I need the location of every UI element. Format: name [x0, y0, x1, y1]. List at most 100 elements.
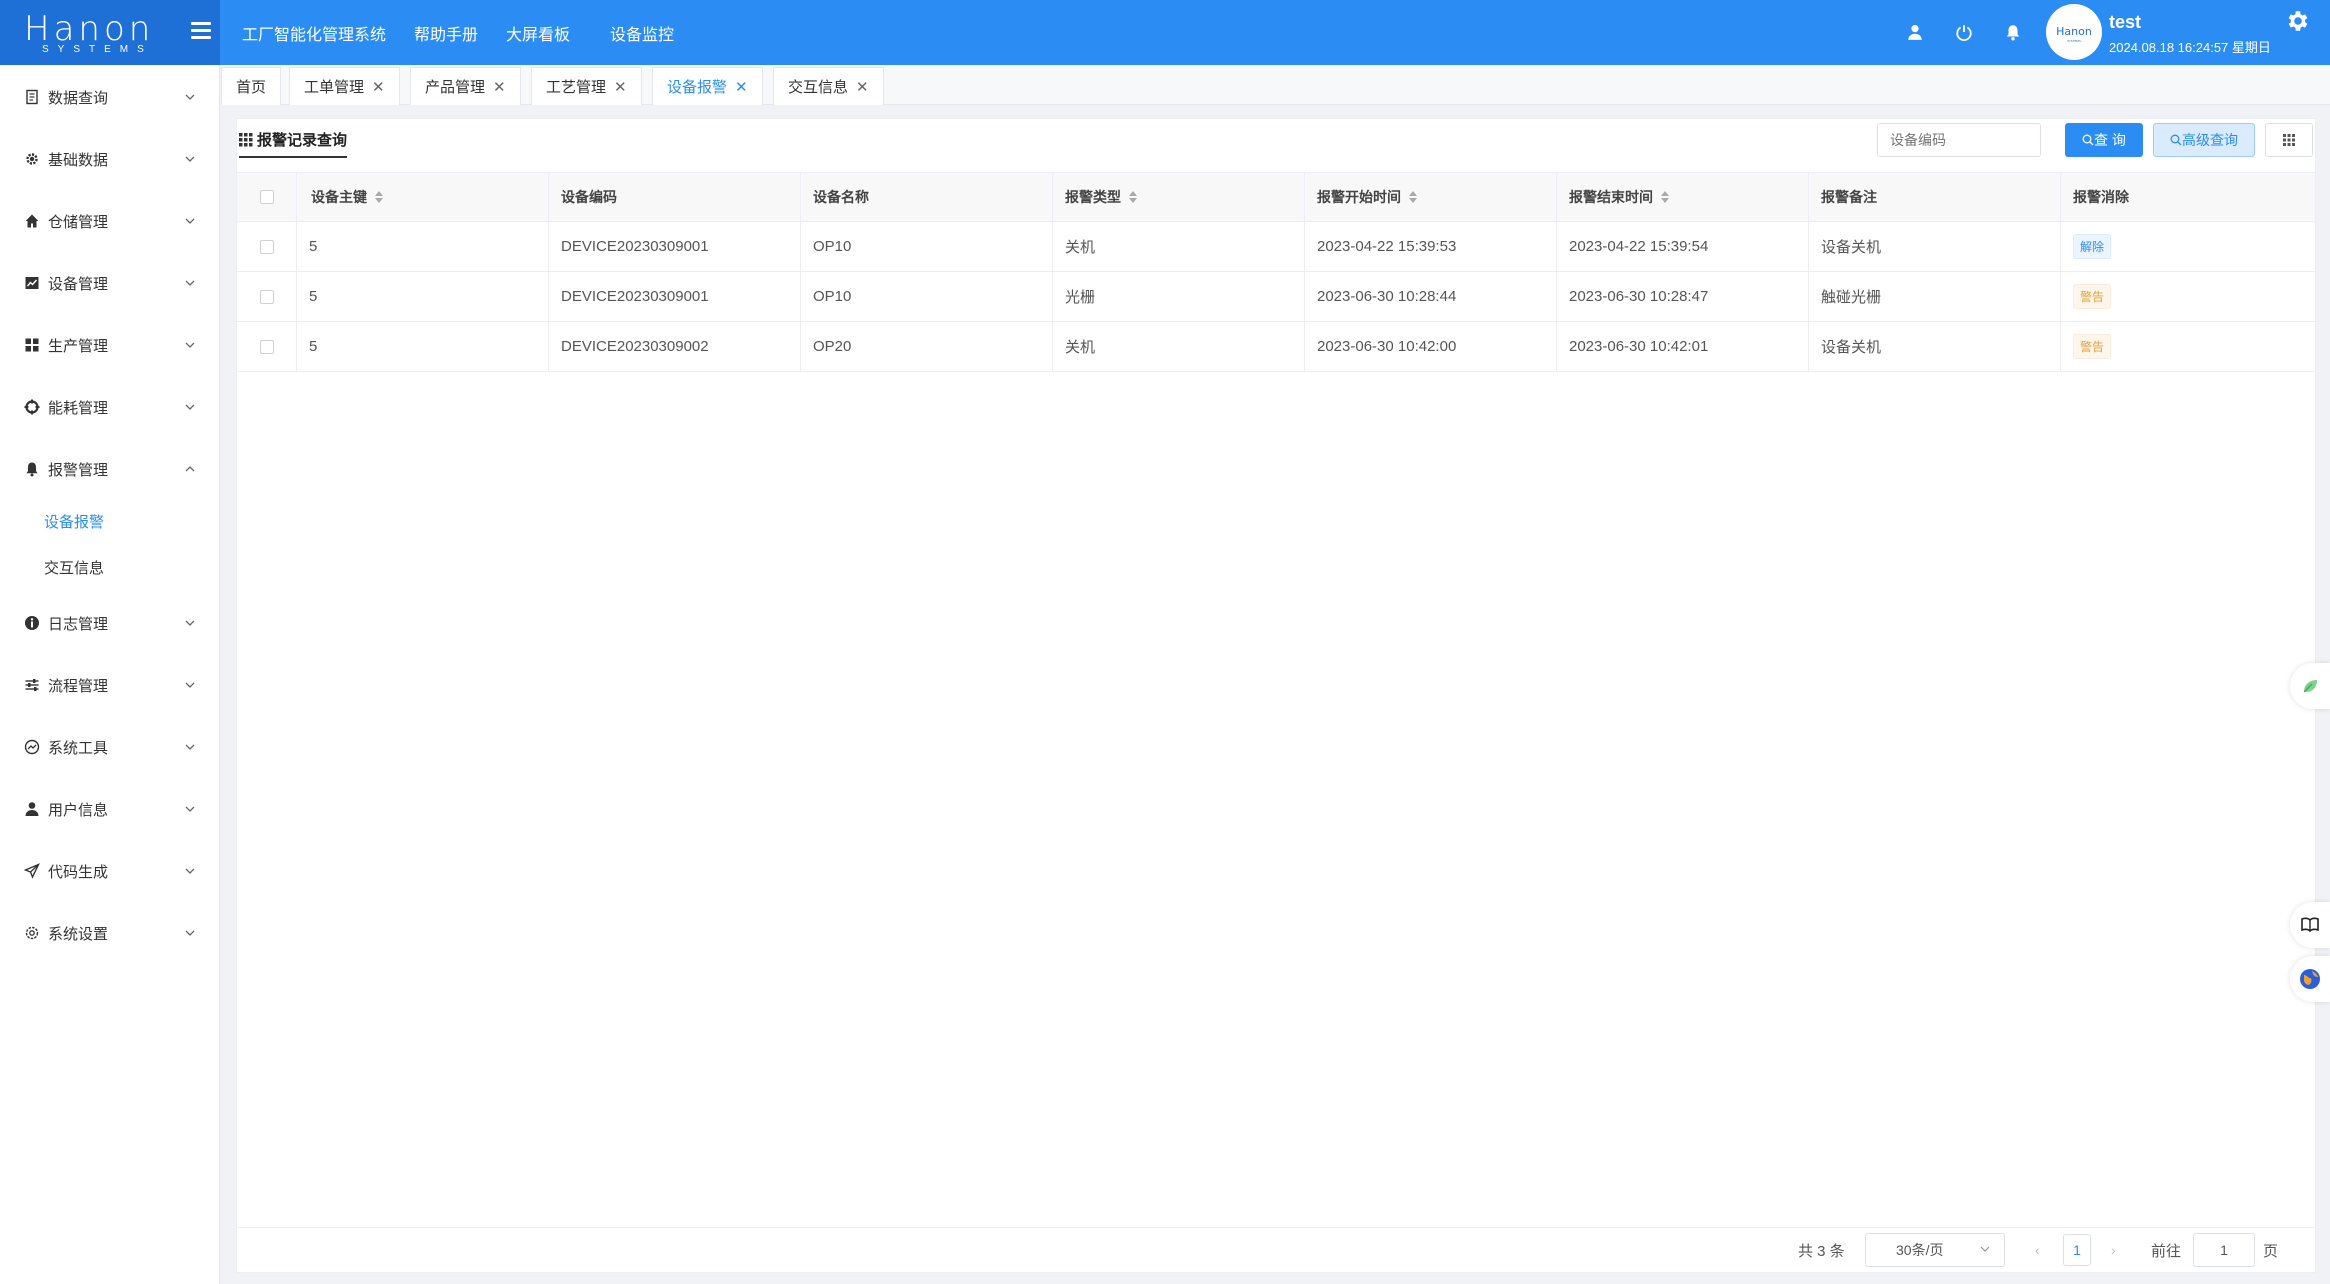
- sidebar-subitem-interaction-info[interactable]: 交互信息: [0, 549, 220, 585]
- nav-big-screen[interactable]: 大屏看板: [506, 21, 570, 45]
- sidebar-item-production[interactable]: 生产管理: [0, 325, 220, 365]
- next-page-button[interactable]: ›: [2111, 1242, 2116, 1258]
- table-row[interactable]: 5 DEVICE20230309001 OP10 关机 2023-04-22 1…: [237, 222, 2315, 272]
- user-name[interactable]: test: [2109, 12, 2141, 33]
- page-size-select[interactable]: 30条/页: [1865, 1233, 2005, 1267]
- status-badge[interactable]: 解除: [2073, 234, 2112, 259]
- device-code-input[interactable]: [1877, 123, 2041, 157]
- chevron-down-icon: [1980, 1246, 1990, 1252]
- sidebar-item-warehouse[interactable]: 仓储管理: [0, 201, 220, 241]
- nav-system-title[interactable]: 工厂智能化管理系统: [242, 21, 386, 45]
- sidebar-item-label: 用户信息: [48, 801, 109, 819]
- sidebar-item-data-query[interactable]: 数据查询: [0, 77, 220, 117]
- sidebar-item-basic-data[interactable]: 基础数据: [0, 139, 220, 179]
- row-select-cell: [237, 222, 297, 271]
- sidebar-item-user-info[interactable]: 用户信息: [0, 789, 220, 829]
- tab-product[interactable]: 产品管理 ✕: [410, 67, 521, 105]
- page-number-current[interactable]: 1: [2063, 1234, 2091, 1266]
- sidebar-item-settings[interactable]: 系统设置: [0, 913, 220, 953]
- nav-device-monitor[interactable]: 设备监控: [610, 21, 674, 45]
- tab-home[interactable]: 首页: [221, 67, 282, 105]
- avatar[interactable]: Hanon SYSTEMS: [2046, 4, 2102, 60]
- sort-icon[interactable]: [1661, 191, 1669, 203]
- row-checkbox[interactable]: [259, 289, 274, 304]
- tab-work-order[interactable]: 工单管理 ✕: [289, 67, 400, 105]
- column-settings-button[interactable]: [2265, 123, 2313, 157]
- sidebar-item-label: 报警管理: [48, 461, 109, 479]
- nav-help-manual[interactable]: 帮助手册: [414, 21, 478, 45]
- sidebar-item-label: 能耗管理: [48, 399, 109, 417]
- close-icon[interactable]: ✕: [493, 78, 506, 96]
- tab-device-alarm[interactable]: 设备报警 ✕: [652, 67, 763, 105]
- floating-leaf-button[interactable]: [2290, 663, 2330, 709]
- page-size-value: 30条/页: [1896, 1242, 1944, 1258]
- tab-process[interactable]: 工艺管理 ✕: [531, 67, 642, 105]
- datetime-display: 2024.08.18 16:24:57 星期日: [2109, 40, 2271, 55]
- cell-remark: 触碰光栅: [1809, 272, 2061, 321]
- table-row[interactable]: 5 DEVICE20230309002 OP20 关机 2023-06-30 1…: [237, 322, 2315, 372]
- table-row[interactable]: 5 DEVICE20230309001 OP10 光栅 2023-06-30 1…: [237, 272, 2315, 322]
- home-icon: [25, 214, 39, 228]
- sidebar-item-log[interactable]: 日志管理: [0, 603, 220, 643]
- sidebar-item-code-gen[interactable]: 代码生成: [0, 851, 220, 891]
- tab-label: 首页: [236, 79, 267, 96]
- cell-end-time: 2023-06-30 10:28:47: [1557, 272, 1809, 321]
- goto-label: 前往: [2151, 1243, 2182, 1260]
- sidebar-item-device[interactable]: 设备管理: [0, 263, 220, 303]
- prev-page-button[interactable]: ‹: [2035, 1242, 2040, 1258]
- sort-icon[interactable]: [1409, 191, 1417, 203]
- row-checkbox[interactable]: [259, 239, 274, 254]
- tab-interaction-info[interactable]: 交互信息 ✕: [773, 67, 884, 105]
- tab-bar: 首页 工单管理 ✕ 产品管理 ✕ 工艺管理 ✕ 设备报警 ✕ 交互信息 ✕: [221, 65, 2330, 105]
- sidebar-item-label: 设备管理: [48, 275, 109, 293]
- status-badge[interactable]: 警告: [2073, 284, 2112, 309]
- sort-icon[interactable]: [1129, 191, 1137, 203]
- bell-icon[interactable]: [2004, 23, 2022, 41]
- sidebar-item-label: 系统设置: [48, 925, 109, 943]
- menu-toggle-icon[interactable]: [191, 22, 211, 42]
- sidebar-item-energy[interactable]: 能耗管理: [0, 387, 220, 427]
- top-nav: 工厂智能化管理系统 帮助手册 大屏看板 设备监控: [242, 0, 702, 65]
- sidebar-item-system-tools[interactable]: 系统工具: [0, 727, 220, 767]
- cell-device-code: DEVICE20230309002: [549, 322, 801, 371]
- pagination: 共 3 条 30条/页 ‹ 1 › 前往 页: [237, 1227, 2315, 1273]
- cell-end-time: 2023-06-30 10:42:01: [1557, 322, 1809, 371]
- power-icon[interactable]: [1955, 23, 1973, 41]
- pagination-total: 共 3 条: [1798, 1243, 1845, 1260]
- col-header-remark: 报警备注: [1809, 173, 2061, 221]
- sort-icon[interactable]: [375, 191, 383, 203]
- row-select-cell: [237, 322, 297, 371]
- svg-text:Hanon: Hanon: [2056, 25, 2092, 38]
- col-header-alarm-type[interactable]: 报警类型: [1053, 173, 1305, 221]
- select-all-cell: [237, 173, 297, 221]
- col-header-device-name: 设备名称: [801, 173, 1053, 221]
- status-badge[interactable]: 警告: [2073, 334, 2112, 359]
- row-checkbox[interactable]: [259, 339, 274, 354]
- tab-label: 交互信息: [788, 79, 849, 96]
- sidebar-item-alarm[interactable]: 报警管理: [0, 449, 220, 489]
- col-header-label: 报警消除: [2073, 189, 2129, 205]
- logo[interactable]: Hanon SYSTEMS: [0, 0, 220, 65]
- sidebar-item-workflow[interactable]: 流程管理: [0, 665, 220, 705]
- leaf-icon: [2303, 680, 2317, 693]
- query-button[interactable]: 查 询: [2065, 123, 2143, 157]
- advanced-query-button[interactable]: 高级查询: [2153, 123, 2255, 157]
- close-icon[interactable]: ✕: [856, 78, 869, 96]
- grid-icon: [2283, 134, 2295, 146]
- goto-page-input[interactable]: [2193, 1233, 2255, 1267]
- settings-gear-icon[interactable]: [2284, 8, 2310, 34]
- col-header-device-id[interactable]: 设备主键: [297, 173, 549, 221]
- floating-globe-button[interactable]: [2290, 956, 2330, 1002]
- user-icon[interactable]: [1906, 23, 1924, 41]
- info-icon: [25, 616, 39, 630]
- close-icon[interactable]: ✕: [735, 78, 748, 96]
- select-all-checkbox[interactable]: [259, 190, 274, 204]
- floating-book-button[interactable]: [2290, 902, 2330, 948]
- col-header-end-time[interactable]: 报警结束时间: [1557, 173, 1809, 221]
- sidebar-subitem-device-alarm[interactable]: 设备报警: [0, 503, 220, 539]
- col-header-label: 报警类型: [1065, 189, 1121, 205]
- close-icon[interactable]: ✕: [614, 78, 627, 96]
- col-header-start-time[interactable]: 报警开始时间: [1305, 173, 1557, 221]
- close-icon[interactable]: ✕: [372, 78, 385, 96]
- chevron-down-icon: [185, 342, 195, 348]
